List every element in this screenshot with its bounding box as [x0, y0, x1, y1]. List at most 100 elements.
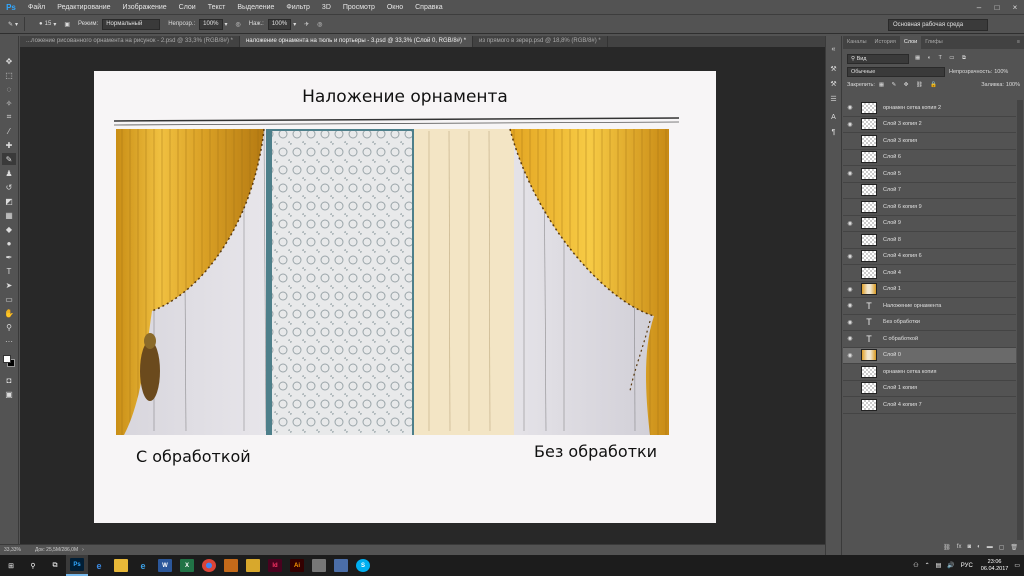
- character-icon[interactable]: A: [828, 112, 839, 123]
- layer-row[interactable]: Слой 4: [843, 265, 1016, 282]
- visibility-eye-icon[interactable]: ◉: [843, 286, 857, 293]
- file-explorer-icon[interactable]: [110, 555, 132, 576]
- visibility-eye-icon[interactable]: ◉: [843, 104, 857, 111]
- layer-row[interactable]: орнамен сетка копия: [843, 364, 1016, 381]
- gradient-tool-icon[interactable]: ▦: [2, 209, 16, 221]
- layer-row[interactable]: ◉ орнамен сетка копия 2: [843, 100, 1016, 117]
- color-swatches[interactable]: [2, 354, 16, 368]
- clock[interactable]: 23:06 06.04.2017: [981, 559, 1009, 573]
- layer-row[interactable]: Слой 3 копия: [843, 133, 1016, 150]
- word-icon[interactable]: W: [154, 555, 176, 576]
- layer-row[interactable]: ◉ Слой 4 копия 6: [843, 249, 1016, 265]
- layers-scrollbar[interactable]: [1017, 100, 1023, 540]
- zoom-tool-icon[interactable]: ⚲: [2, 321, 16, 333]
- filter-icons[interactable]: ▦ ◐ T ▭ ⧉: [915, 55, 969, 62]
- status-arrow-icon[interactable]: ›: [82, 547, 84, 553]
- workspace-select[interactable]: Основная рабочая среда: [888, 19, 988, 31]
- edge-icon[interactable]: e: [88, 555, 110, 576]
- tab-history[interactable]: История: [871, 36, 900, 49]
- screen-mode-icon[interactable]: ▣: [2, 388, 16, 400]
- flow-input[interactable]: 100%: [267, 18, 292, 30]
- document-tab[interactable]: из прямого в зерер.psd @ 18,8% (RGB/8#) …: [473, 36, 608, 47]
- menu-item[interactable]: Изображение: [117, 4, 173, 11]
- menu-item[interactable]: Справка: [409, 4, 448, 11]
- move-tool-icon[interactable]: ✥: [2, 55, 16, 67]
- layer-style-icon[interactable]: fx: [957, 544, 962, 550]
- folder-icon[interactable]: [242, 555, 264, 576]
- internet-explorer-icon[interactable]: e: [132, 555, 154, 576]
- layer-filter-select[interactable]: ⚲ Вид: [847, 53, 909, 64]
- menu-item[interactable]: 3D: [316, 4, 337, 11]
- task-view-icon[interactable]: ⧉: [44, 555, 66, 576]
- layer-blend-mode-select[interactable]: Обычные: [847, 66, 945, 77]
- app-icon[interactable]: [308, 555, 330, 576]
- document-tab-active[interactable]: наложение орнамента на тюль и портьеры -…: [239, 36, 474, 47]
- link-layers-icon[interactable]: ⛓: [943, 544, 951, 551]
- document-tab[interactable]: ...ложение рисованного орнамента на рису…: [20, 36, 240, 47]
- visibility-eye-icon[interactable]: ◉: [843, 121, 857, 128]
- people-icon[interactable]: ⚇: [913, 562, 918, 569]
- hand-tool-icon[interactable]: ✋: [2, 307, 16, 319]
- eyedropper-tool-icon[interactable]: ⁄: [2, 125, 16, 137]
- zoom-level[interactable]: 33,33%: [4, 547, 21, 553]
- illustrator-icon[interactable]: Ai: [286, 555, 308, 576]
- visibility-eye-icon[interactable]: ◉: [843, 253, 857, 260]
- layer-row[interactable]: ◉ Слой 1: [843, 282, 1016, 298]
- excel-icon[interactable]: X: [176, 555, 198, 576]
- photos-icon[interactable]: [220, 555, 242, 576]
- layer-row[interactable]: ◉ T С обработкой: [843, 331, 1016, 348]
- visibility-eye-icon[interactable]: ◉: [843, 170, 857, 177]
- delete-layer-icon[interactable]: 🗑: [1010, 544, 1018, 551]
- blend-mode-select[interactable]: Нормальный: [102, 18, 161, 30]
- search-icon[interactable]: ⚲: [22, 555, 44, 576]
- brush-size-picker[interactable]: ● 15 ▾: [39, 21, 56, 28]
- dodge-tool-icon[interactable]: ●: [2, 237, 16, 249]
- chrome-icon[interactable]: [198, 555, 220, 576]
- menu-item[interactable]: Редактирование: [51, 4, 116, 11]
- menu-item[interactable]: Выделение: [231, 4, 280, 11]
- photoshop-taskbar-icon[interactable]: Ps: [66, 555, 88, 576]
- language-indicator[interactable]: РУС: [961, 563, 973, 569]
- stamp-tool-icon[interactable]: ♟: [2, 167, 16, 179]
- minimize-icon[interactable]: –: [970, 3, 988, 12]
- adjustment-layer-icon[interactable]: ◐: [977, 544, 981, 550]
- app-icon-2[interactable]: [330, 555, 352, 576]
- marquee-tool-icon[interactable]: ⬚: [2, 69, 16, 81]
- layer-opacity-input[interactable]: 100%: [994, 69, 1008, 75]
- tray-arrow-icon[interactable]: ⌃: [925, 562, 930, 569]
- layer-row[interactable]: ◉ Слой 5: [843, 166, 1016, 183]
- layer-row[interactable]: ◉ Слой 9: [843, 216, 1016, 232]
- healing-tool-icon[interactable]: ✚: [2, 139, 16, 151]
- lock-icons[interactable]: ▦ ✎ ✥ ⛓ 🔒: [879, 82, 940, 88]
- blur-tool-icon[interactable]: ◆: [2, 223, 16, 235]
- shape-tool-icon[interactable]: ▭: [2, 293, 16, 305]
- notifications-icon[interactable]: ▭: [1014, 562, 1020, 569]
- canvas-area[interactable]: Наложение орнамента С обработкой Без обр…: [20, 47, 825, 544]
- pressure-size-icon[interactable]: ◎: [317, 21, 322, 28]
- path-select-tool-icon[interactable]: ➤: [2, 279, 16, 291]
- new-group-icon[interactable]: ▬: [987, 544, 993, 550]
- visibility-eye-icon[interactable]: ◉: [843, 319, 857, 326]
- crop-tool-icon[interactable]: ⌗: [2, 111, 16, 123]
- add-mask-icon[interactable]: ◙: [967, 544, 971, 550]
- foreground-color-swatch[interactable]: [3, 355, 11, 363]
- close-icon[interactable]: ×: [1006, 3, 1024, 12]
- layer-row[interactable]: Слой 6: [843, 150, 1016, 166]
- tab-glyphs[interactable]: Глифы: [921, 36, 946, 49]
- windows-start-icon[interactable]: ⊞: [0, 555, 22, 576]
- brush-tool-icon[interactable]: ✎: [2, 153, 16, 165]
- pressure-opacity-icon[interactable]: ◎: [236, 21, 241, 28]
- visibility-eye-icon[interactable]: ◉: [843, 335, 857, 342]
- layer-row[interactable]: ◉ Слой 0: [843, 347, 1016, 364]
- layer-row[interactable]: Слой 7: [843, 183, 1016, 199]
- airbrush-icon[interactable]: ✈: [304, 21, 309, 28]
- opacity-input[interactable]: 100%: [199, 18, 223, 30]
- menu-item[interactable]: Окно: [381, 4, 409, 11]
- quick-select-tool-icon[interactable]: ✧: [2, 97, 16, 109]
- indesign-icon[interactable]: Id: [264, 555, 286, 576]
- menu-item[interactable]: Слои: [173, 4, 202, 11]
- panel-menu-icon[interactable]: ≡: [1013, 36, 1024, 49]
- history-brush-tool-icon[interactable]: ↺: [2, 181, 16, 193]
- paragraph-icon[interactable]: ¶: [828, 127, 839, 138]
- layer-row[interactable]: ◉ T Без обработки: [843, 315, 1016, 331]
